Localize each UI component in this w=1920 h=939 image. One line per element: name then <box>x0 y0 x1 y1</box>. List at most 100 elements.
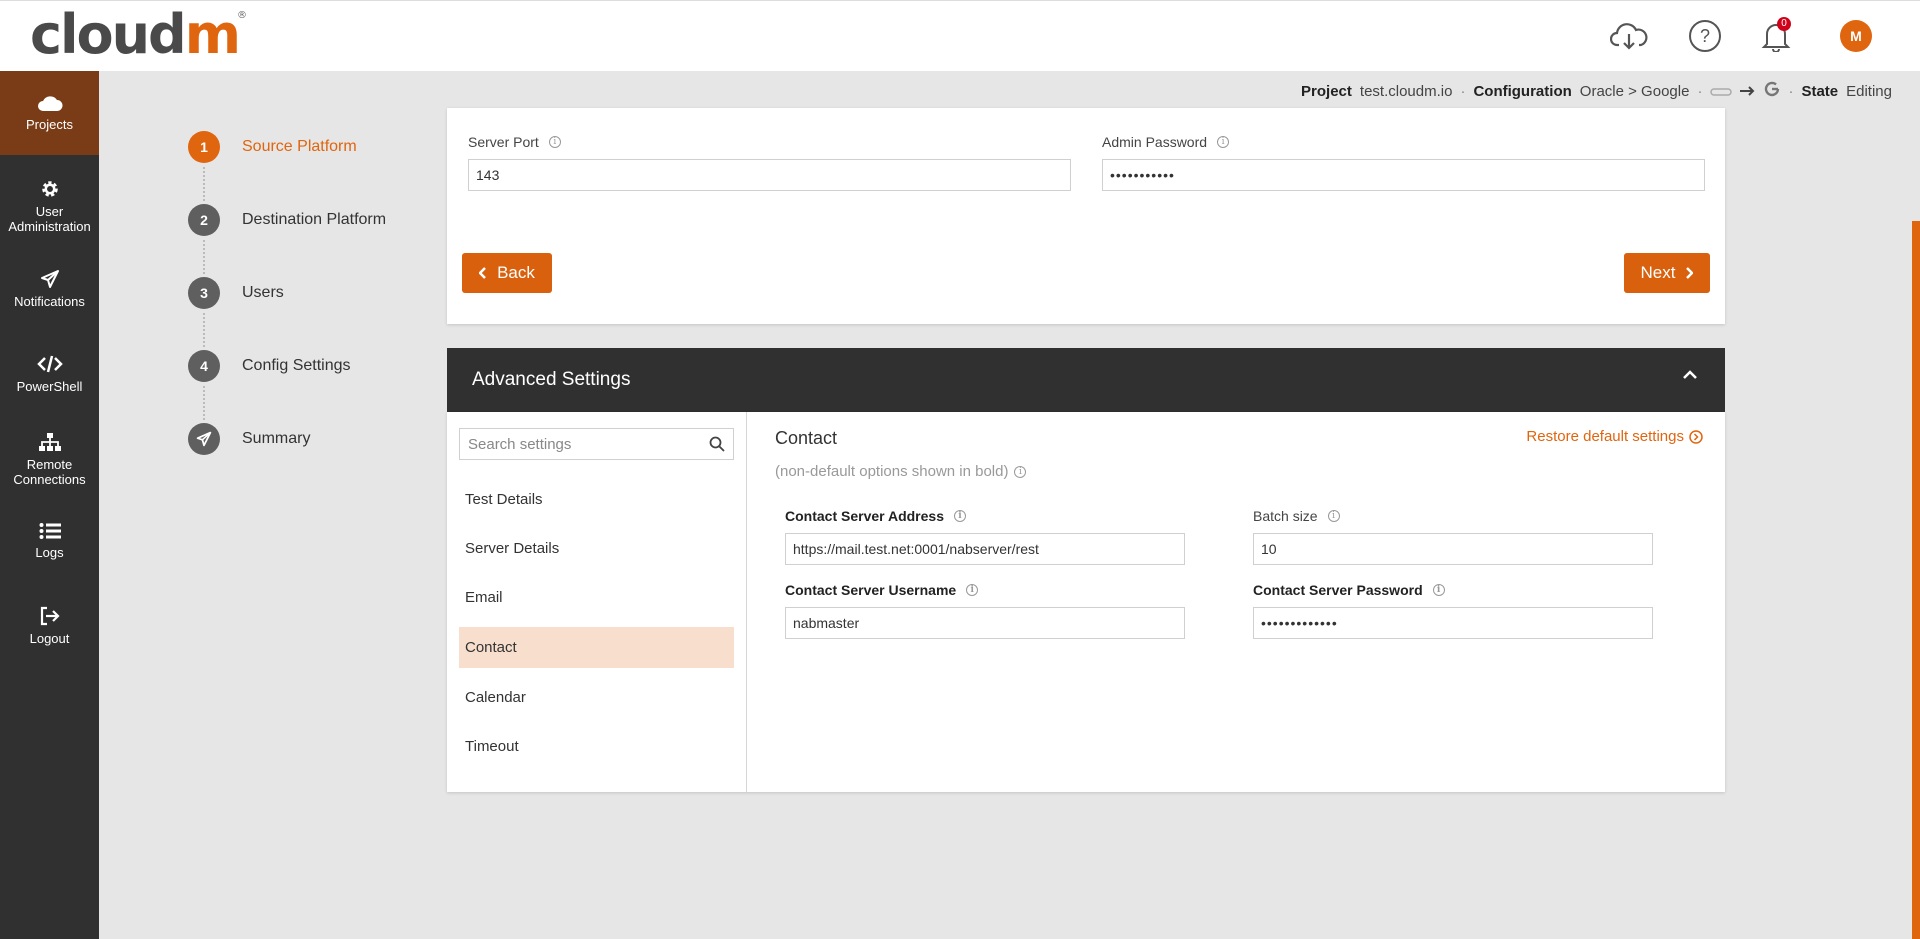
batch-size-input[interactable]: 10 <box>1253 533 1653 565</box>
step-label: Source Platform <box>242 138 357 155</box>
google-logo-icon <box>1764 81 1780 101</box>
step-config-settings[interactable]: 4 Config Settings <box>188 350 448 382</box>
restore-default-settings-link[interactable]: Restore default settings <box>1526 428 1703 445</box>
scrollbar-thumb[interactable] <box>1912 221 1920 939</box>
contact-server-password-input[interactable]: ••••••••••••• <box>1253 607 1653 639</box>
step-label: Destination Platform <box>242 211 387 228</box>
circle-chevron-right-icon <box>1689 429 1703 444</box>
page-scrollbar[interactable] <box>1912 71 1920 939</box>
back-button[interactable]: Back <box>462 253 552 293</box>
sidebar-item-remote-connections[interactable]: Remote Connections <box>0 419 99 499</box>
advanced-settings-title: Advanced Settings <box>472 369 631 390</box>
back-button-label: Back <box>497 263 535 282</box>
settings-menu: Search settings Test Details Server Deta… <box>447 412 747 792</box>
step-label: Users <box>242 284 284 301</box>
next-button-label: Next <box>1640 263 1676 282</box>
label-text: Batch size <box>1253 508 1318 524</box>
step-connector <box>203 167 205 201</box>
server-port-label: Server Port i <box>468 134 561 150</box>
restore-label: Restore default settings <box>1526 428 1684 445</box>
server-port-input[interactable]: 143 <box>468 159 1071 191</box>
section-title: Contact <box>775 428 838 448</box>
sidebar-item-logout[interactable]: Logout <box>0 591 99 661</box>
contact-server-address-label: Contact Server Address i <box>785 508 966 524</box>
note-text: (non-default options shown in bold) <box>775 463 1009 480</box>
settings-menu-calendar[interactable]: Calendar <box>459 677 734 718</box>
arrow-right-icon <box>1740 83 1756 100</box>
info-icon[interactable]: i <box>953 510 966 522</box>
sidebar-item-powershell[interactable]: PowerShell <box>0 339 99 409</box>
cloudm-logo[interactable]: cloudm ® <box>30 8 247 62</box>
breadcrumb: Project test.cloudm.io · Configuration O… <box>1301 81 1892 101</box>
project-value: test.cloudm.io <box>1359 82 1453 100</box>
configuration-value: Oracle > Google <box>1579 82 1690 100</box>
non-default-note: (non-default options shown in bold) i <box>775 463 1027 480</box>
settings-menu-test-details[interactable]: Test Details <box>459 479 734 520</box>
sidebar-item-logs[interactable]: Logs <box>0 506 99 576</box>
step-connector <box>203 240 205 274</box>
paper-plane-icon <box>188 423 220 455</box>
gear-icon <box>41 180 58 197</box>
avatar[interactable]: M <box>1840 20 1872 52</box>
settings-menu-server-details[interactable]: Server Details <box>459 528 734 569</box>
settings-menu-email[interactable]: Email <box>459 577 734 618</box>
label-text: Contact Server Address <box>785 508 944 524</box>
settings-menu-timeout[interactable]: Timeout <box>459 726 734 767</box>
settings-menu-contact[interactable]: Contact <box>459 627 734 668</box>
list-icon <box>39 523 61 539</box>
step-users[interactable]: 3 Users <box>188 277 448 309</box>
state-value: Editing <box>1846 82 1892 100</box>
info-icon[interactable]: i <box>1432 584 1445 596</box>
admin-password-input[interactable]: ••••••••••• <box>1102 159 1705 191</box>
admin-password-label-text: Admin Password <box>1102 134 1208 150</box>
separator: · <box>1788 82 1794 100</box>
info-icon[interactable]: i <box>1014 465 1027 478</box>
step-connector <box>203 386 205 420</box>
step-source-platform[interactable]: 1 Source Platform <box>188 131 448 163</box>
search-icon <box>709 436 725 452</box>
info-icon[interactable]: i <box>1327 510 1340 522</box>
search-settings-input[interactable]: Search settings <box>459 428 734 460</box>
chevron-up-icon[interactable] <box>1683 370 1697 380</box>
sidebar-item-label: User Administration <box>8 203 91 234</box>
sidebar-item-label: Notifications <box>14 294 85 309</box>
sitemap-icon <box>38 432 61 451</box>
configuration-label: Configuration <box>1473 82 1572 100</box>
step-number: 1 <box>188 131 220 163</box>
step-label: Summary <box>242 430 311 447</box>
paper-plane-icon <box>40 270 59 288</box>
code-icon <box>36 355 63 373</box>
contact-server-username-input[interactable]: nabmaster <box>785 607 1185 639</box>
advanced-settings-header[interactable]: Advanced Settings <box>447 348 1725 412</box>
step-connector <box>203 313 205 347</box>
info-icon[interactable]: i <box>1217 136 1230 148</box>
download-cloud-icon[interactable] <box>1610 17 1648 55</box>
notification-count-badge: 0 <box>1777 17 1791 31</box>
help-icon[interactable]: ? <box>1686 17 1724 55</box>
separator: · <box>1697 82 1703 100</box>
cloud-icon <box>37 96 62 111</box>
chevron-left-icon <box>479 267 486 279</box>
contact-server-address-input[interactable]: https://mail.test.net:0001/nabserver/res… <box>785 533 1185 565</box>
info-icon[interactable]: i <box>548 136 561 148</box>
info-icon[interactable]: i <box>966 584 979 596</box>
step-number: 4 <box>188 350 220 382</box>
step-summary[interactable]: Summary <box>188 423 448 455</box>
sidebar-item-label: Projects <box>26 117 73 132</box>
server-details-card: Server Port i 143 Admin Password i •••••… <box>447 108 1725 324</box>
batch-size-label: Batch size i <box>1253 508 1340 524</box>
label-text: Contact Server Password <box>1253 582 1423 598</box>
bell-icon[interactable]: 0 <box>1757 17 1795 55</box>
step-destination-platform[interactable]: 2 Destination Platform <box>188 204 448 236</box>
chevron-right-icon <box>1686 267 1694 279</box>
sidebar: Projects User Administration Notificatio… <box>0 71 99 939</box>
logout-icon <box>40 606 60 626</box>
next-button[interactable]: Next <box>1624 253 1710 293</box>
logo-accent: m <box>184 3 241 66</box>
sidebar-item-notifications[interactable]: Notifications <box>0 254 99 324</box>
logo-text: cloud <box>30 3 187 66</box>
oracle-logo-icon <box>1710 83 1733 100</box>
sidebar-item-label: Logout <box>29 631 70 646</box>
sidebar-item-projects[interactable]: Projects <box>0 71 99 155</box>
sidebar-item-user-administration[interactable]: User Administration <box>0 166 99 246</box>
